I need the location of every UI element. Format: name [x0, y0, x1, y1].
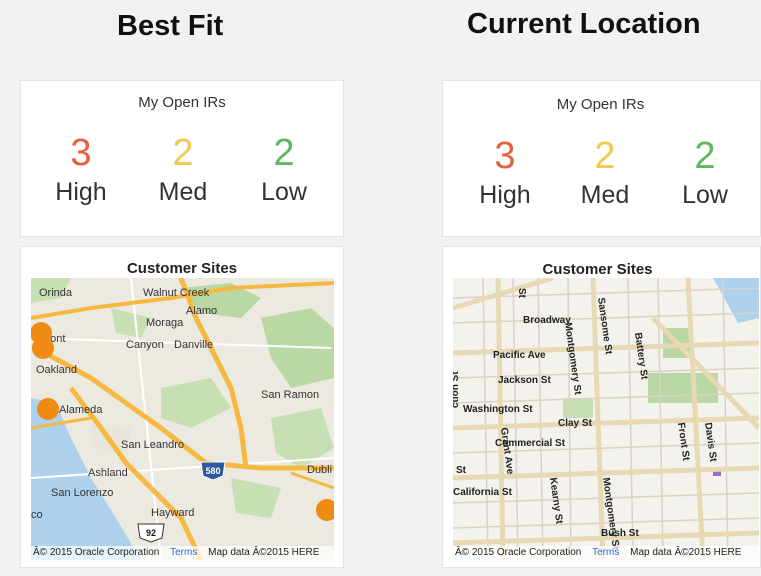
svg-text:San Lorenzo: San Lorenzo — [51, 487, 113, 499]
card-title: My Open IRs — [138, 94, 226, 111]
terms-link[interactable]: Terms — [170, 547, 197, 558]
svg-text:Oakland: Oakland — [36, 364, 77, 376]
card-title: My Open IRs — [556, 96, 645, 113]
svg-text:580: 580 — [205, 466, 220, 476]
customer-sites-card-current-location: Customer Sites Broadway Pacific Ave Jack… — [442, 246, 761, 568]
svg-text:Pacific Ave: Pacific Ave — [493, 350, 546, 361]
map-data-credit: Map data Â©2015 HERE — [630, 547, 742, 558]
map-copyright: Â© 2015 Oracle Corporation — [455, 547, 582, 558]
high-count: 3 — [70, 132, 92, 174]
med-count: 2 — [172, 132, 194, 174]
svg-text:California St: California St — [453, 487, 513, 498]
customer-sites-map[interactable]: Broadway Pacific Ave Jackson St Washingt… — [453, 278, 759, 560]
svg-text:St: St — [516, 288, 527, 299]
svg-text:Washington St: Washington St — [463, 404, 533, 415]
svg-text:Ashland: Ashland — [88, 467, 128, 479]
customer-sites-map[interactable]: 580 92 Orinda Walnut Creek Alamo Moraga … — [31, 278, 334, 560]
svg-text:Alamo: Alamo — [186, 305, 217, 317]
svg-text:Walnut Creek: Walnut Creek — [143, 287, 210, 299]
svg-text:92: 92 — [146, 528, 156, 538]
med-label: Med — [158, 178, 208, 206]
med-label: Med — [580, 181, 630, 209]
med-metric[interactable]: 2 Med — [133, 133, 233, 207]
customer-sites-card-best-fit: Customer Sites 580 92 Orinda Walnut Cree… — [20, 246, 344, 568]
low-metric[interactable]: 2 Low — [655, 136, 755, 210]
map-attribution: Â© 2015 Oracle Corporation Terms Map dat… — [453, 546, 759, 560]
svg-text:Hayward: Hayward — [151, 507, 194, 519]
svg-text:co: co — [31, 509, 43, 521]
map-attribution: Â© 2015 Oracle Corporation Terms Map dat… — [31, 546, 334, 560]
map-copyright: Â© 2015 Oracle Corporation — [33, 547, 160, 558]
site-marker[interactable] — [37, 398, 59, 420]
low-count: 2 — [273, 132, 295, 174]
svg-text:Clay St: Clay St — [558, 418, 593, 429]
med-metric[interactable]: 2 Med — [555, 136, 655, 210]
svg-text:Orinda: Orinda — [39, 287, 73, 299]
svg-text:Jackson St: Jackson St — [498, 375, 551, 386]
low-count: 2 — [694, 135, 716, 177]
high-metric[interactable]: 3 High — [31, 133, 131, 207]
open-irs-card-current-location: My Open IRs 3 High 2 Med 2 Low — [442, 80, 761, 237]
svg-text:Alameda: Alameda — [59, 404, 103, 416]
map-title: Customer Sites — [126, 260, 238, 277]
svg-text:San Ramon: San Ramon — [261, 389, 319, 401]
high-label: High — [479, 181, 531, 209]
low-metric[interactable]: 2 Low — [234, 133, 334, 207]
map-canvas: 580 92 Orinda Walnut Creek Alamo Moraga … — [31, 278, 334, 560]
best-fit-heading: Best Fit — [117, 10, 224, 42]
med-count: 2 — [594, 135, 616, 177]
map-title: Customer Sites — [542, 261, 653, 278]
svg-text:San Leandro: San Leandro — [121, 439, 184, 451]
svg-text:Canyon: Canyon — [126, 339, 164, 351]
svg-text:Dubli: Dubli — [307, 464, 332, 476]
low-label: Low — [261, 178, 307, 206]
map-canvas: Broadway Pacific Ave Jackson St Washingt… — [453, 278, 759, 560]
map-data-credit: Map data Â©2015 HERE — [208, 547, 320, 558]
open-irs-card-best-fit: My Open IRs 3 High 2 Med 2 Low — [20, 80, 344, 237]
low-label: Low — [682, 181, 728, 209]
high-label: High — [55, 178, 107, 206]
terms-link[interactable]: Terms — [592, 547, 619, 558]
current-location-heading: Current Location — [467, 8, 701, 40]
high-metric[interactable]: 3 High — [455, 136, 555, 210]
svg-text:ction St: ction St — [453, 371, 461, 408]
svg-text:St: St — [456, 465, 467, 476]
svg-text:Moraga: Moraga — [146, 317, 184, 329]
svg-text:Danville: Danville — [174, 339, 213, 351]
site-marker[interactable] — [32, 337, 54, 359]
high-count: 3 — [494, 135, 516, 177]
